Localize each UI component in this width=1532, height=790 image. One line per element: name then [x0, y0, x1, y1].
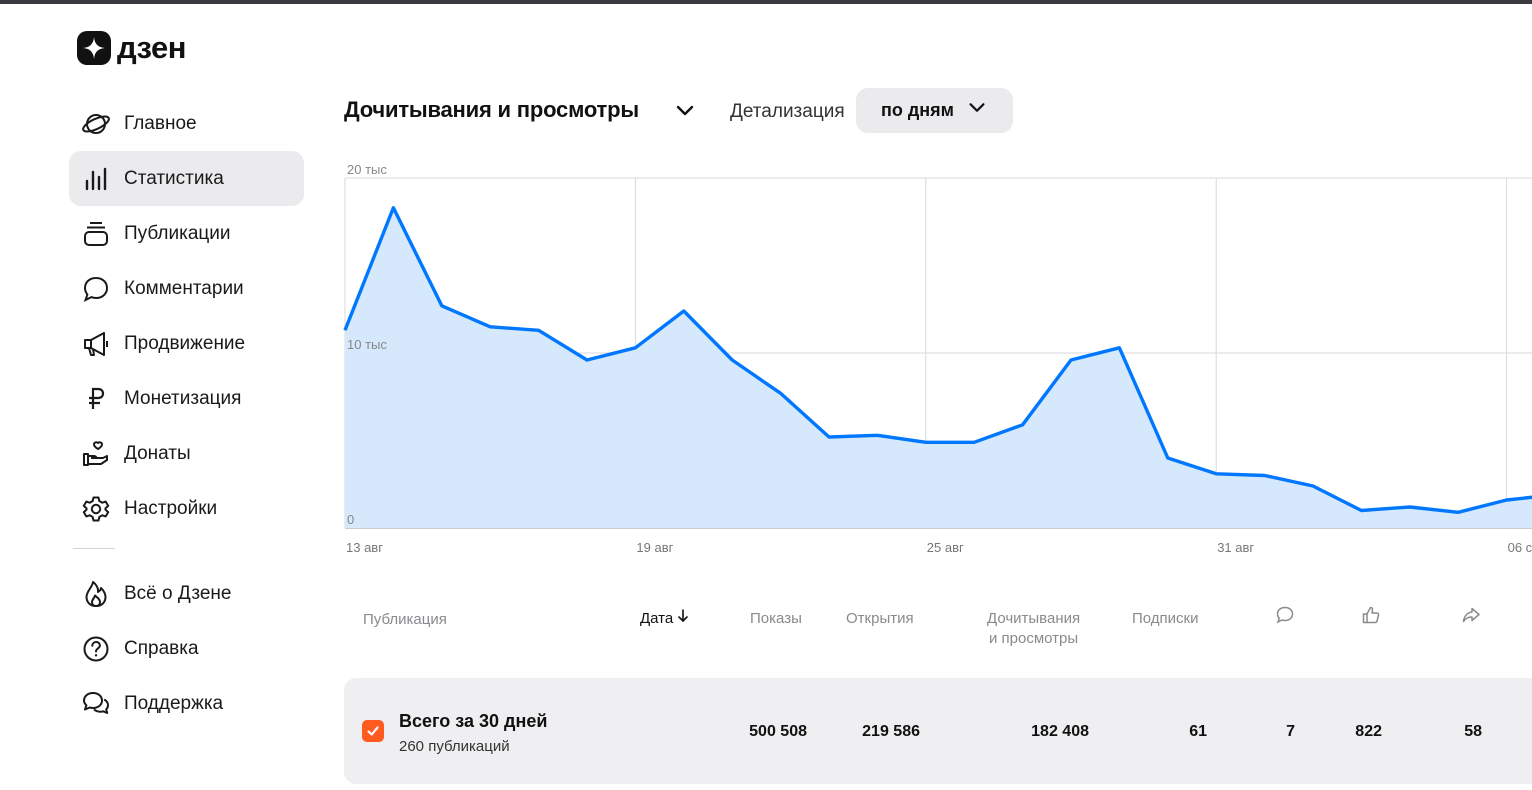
- y-tick-label: 0: [347, 512, 354, 527]
- sort-arrow-down-icon: [677, 609, 689, 627]
- column-header-publication[interactable]: Публикация: [363, 610, 447, 630]
- column-header-reads[interactable]: Дочитывания и просмотры: [987, 609, 1080, 649]
- sidebar-item-label: Всё о Дзене: [124, 582, 232, 604]
- column-header-date-label: Дата: [640, 610, 674, 627]
- summary-comments: 7: [1286, 723, 1295, 740]
- x-tick-label: 19 авг: [636, 540, 673, 555]
- summary-reads: 182 408: [1031, 723, 1089, 740]
- sidebar-item-label: Справка: [124, 637, 199, 659]
- chart-x-axis-labels: 13 авг 19 авг 25 авг 31 авг 06 сент: [346, 540, 1532, 555]
- summary-subscriptions: 61: [1189, 723, 1207, 740]
- summary-checkbox[interactable]: [362, 720, 384, 742]
- y-tick-label: 20 тыс: [347, 162, 387, 177]
- summary-shares: 58: [1464, 723, 1482, 740]
- support-chat-icon: [81, 689, 111, 719]
- comment-icon[interactable]: [1275, 605, 1295, 625]
- x-tick-label: 31 авг: [1217, 540, 1254, 555]
- column-header-date[interactable]: Дата: [640, 609, 689, 629]
- summary-subtitle: 260 публикаций: [399, 738, 510, 755]
- chart-area-fill: [345, 207, 1532, 528]
- summary-impressions: 500 508: [749, 723, 807, 740]
- column-header-subscriptions[interactable]: Подписки: [1132, 609, 1199, 629]
- sidebar-item-support[interactable]: Поддержка: [69, 676, 304, 731]
- summary-opens: 219 586: [862, 723, 920, 740]
- share-icon[interactable]: [1461, 605, 1481, 625]
- sidebar-item-about-dzen[interactable]: Всё о Дзене: [69, 566, 304, 621]
- reads-views-chart: 0 10 тыс 20 тыс 13 авг 19 авг 25 авг 31 авг 06…: [343, 162, 1532, 555]
- x-tick-label: 06 сент: [1508, 540, 1532, 555]
- column-header-impressions[interactable]: Показы: [750, 609, 802, 629]
- x-tick-label: 25 авг: [927, 540, 964, 555]
- summary-title: Всего за 30 дней: [399, 711, 548, 731]
- column-header-opens[interactable]: Открытия: [846, 609, 914, 629]
- sidebar-item-label: Поддержка: [124, 692, 224, 714]
- flame-icon: [81, 579, 111, 609]
- y-tick-label: 10 тыс: [347, 337, 387, 352]
- sidebar-item-help[interactable]: Справка: [69, 621, 304, 676]
- like-icon[interactable]: [1361, 605, 1381, 625]
- x-tick-label: 13 авг: [346, 540, 383, 555]
- summary-likes: 822: [1355, 723, 1382, 740]
- column-header-reads-line2: и просмотры: [988, 630, 1079, 647]
- help-icon: [81, 634, 111, 664]
- sidebar-secondary-nav: Всё о Дзене Справка Поддержка: [69, 566, 304, 731]
- column-header-reads-line1: Дочитывания: [987, 610, 1081, 627]
